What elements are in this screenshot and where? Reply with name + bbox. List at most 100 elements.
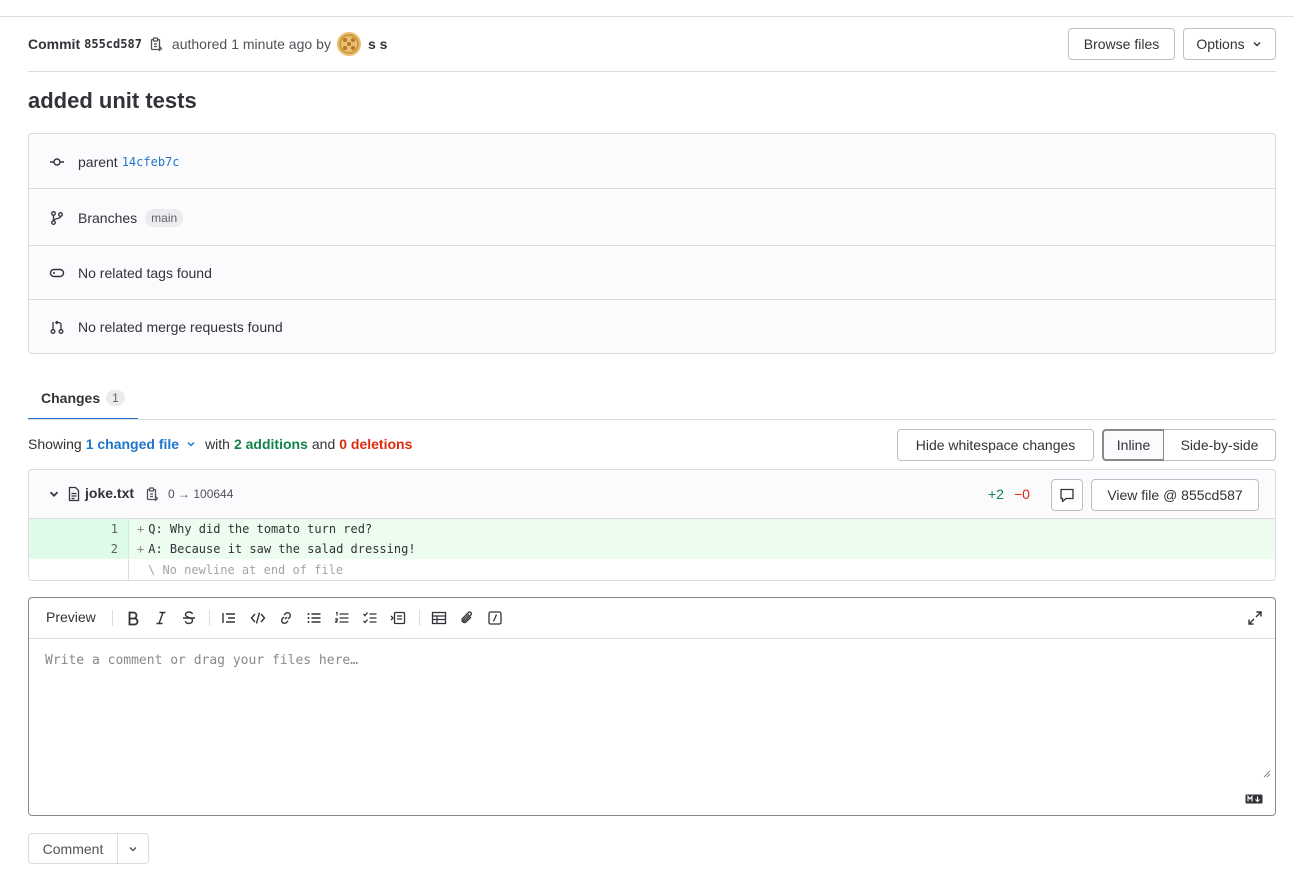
with-text: with [205,436,230,452]
line-number[interactable]: 1 [29,519,129,539]
by-text: by [316,36,331,52]
deletions-count: 0 deletions [339,436,413,452]
preview-tab[interactable]: Preview [46,609,96,625]
markdown-icon [1245,794,1263,804]
task-list-icon[interactable] [362,610,378,626]
code-icon[interactable] [250,610,266,626]
commit-label: Commit [28,36,81,52]
comment-options-dropdown[interactable] [117,833,149,864]
collapsible-section-icon[interactable] [390,610,406,626]
comment-icon [1060,488,1074,503]
diff-meta-line: \ No newline at end of file [29,560,1275,580]
italic-icon[interactable] [153,610,169,626]
link-icon[interactable] [278,610,294,626]
added-sign: + [137,522,145,536]
editor-toolbar: Preview [29,598,1275,639]
line-text: A: Because it saw the salad dressing! [148,542,416,556]
line-number[interactable]: 2 [29,539,129,559]
options-dropdown[interactable]: Options [1183,28,1276,60]
tab-changes-label: Changes [41,389,101,406]
hide-whitespace-button[interactable]: Hide whitespace changes [897,429,1094,461]
lines-added-stat: +2 [988,486,1004,502]
divider [29,245,1275,246]
quote-icon[interactable] [221,610,237,626]
browse-files-button[interactable]: Browse files [1068,28,1175,60]
chevron-down-icon[interactable] [185,438,197,450]
merge-requests-text: No related merge requests found [78,319,283,335]
diff-file-header: joke.txt 0 → 100644 +2 −0 View file @ 85… [29,470,1275,519]
branches-label: Branches [78,210,138,226]
commit-time: 1 minute ago [231,36,313,52]
parent-label: parent [78,154,118,170]
author-name[interactable]: s s [368,36,387,52]
no-newline-notice: \ No newline at end of file [148,563,344,577]
diff-file: joke.txt 0 → 100644 +2 −0 View file @ 85… [28,469,1276,581]
comment-textarea[interactable]: Write a comment or drag your files here… [29,639,1275,779]
diff-summary: Showing 1 changed file with 2 additions … [28,436,412,452]
bullet-list-icon[interactable] [306,610,322,626]
fullscreen-icon[interactable] [1247,610,1263,626]
tabs-divider [28,419,1276,420]
resize-handle-icon[interactable] [1261,768,1271,778]
showing-text: Showing [28,436,82,452]
line-number-empty [29,560,129,580]
inline-view-button[interactable]: Inline [1102,429,1165,461]
chevron-down-icon [1253,42,1261,47]
file-icon [68,486,80,502]
bold-icon[interactable] [125,610,141,626]
tab-changes[interactable]: Changes 1 [28,377,138,420]
avatar[interactable] [336,32,361,56]
diff-line: 1 + Q: Why did the tomato turn red? [29,519,1275,539]
toolbar-divider [112,610,113,626]
numbered-list-icon[interactable] [334,610,350,626]
merge-requests-row: No related merge requests found [29,317,1275,337]
line-text: Q: Why did the tomato turn red? [148,522,373,536]
changes-count-badge: 1 [106,389,125,406]
added-sign: + [137,542,145,556]
and-text: and [311,436,336,452]
lines-removed-stat: −0 [1014,486,1030,502]
parent-sha-link[interactable]: 14cfeb7c [122,155,180,169]
toolbar-divider [419,610,420,626]
commit-title: added unit tests [28,88,197,113]
authored-text: authored [171,36,228,52]
table-icon[interactable] [431,610,447,626]
merge-request-icon [50,320,64,334]
toolbar-divider [209,610,210,626]
file-name[interactable]: joke.txt [85,485,134,501]
options-label: Options [1196,36,1245,52]
line-code: + A: Because it saw the salad dressing! [129,539,416,559]
divider [29,299,1275,300]
changed-files-dropdown[interactable]: 1 changed file [86,436,179,452]
strikethrough-icon[interactable] [181,610,197,626]
line-code: + Q: Why did the tomato turn red? [129,519,372,539]
diff-line: 2 + A: Because it saw the salad dressing! [29,539,1275,559]
tag-icon [49,268,65,278]
tags-row: No related tags found [29,263,1275,283]
chevron-down-icon [129,846,137,851]
commit-header: Commit 855cd587 authored 1 minute ago by… [28,28,1276,72]
branches-row: Branches main [29,208,1275,228]
divider [29,188,1275,189]
tags-text: No related tags found [78,265,212,281]
commit-info-box: parent 14cfeb7c Branches main No related… [28,133,1276,354]
toggle-comments-button[interactable] [1051,479,1083,511]
commit-icon [50,158,64,166]
additions-count: 2 additions [233,436,308,452]
view-file-button[interactable]: View file @ 855cd587 [1091,479,1259,511]
copy-file-path-icon[interactable] [144,486,160,502]
comment-button[interactable]: Comment [28,833,118,864]
collapse-chevron-icon[interactable] [47,487,61,501]
file-mode-change: 0 → 100644 [168,487,234,501]
attachment-icon[interactable] [459,610,475,626]
comment-editor: Preview Write a comment or drag your fil… [28,597,1276,816]
branch-icon [51,211,63,225]
parent-row: parent 14cfeb7c [29,152,1275,172]
side-by-side-view-button[interactable]: Side-by-side [1164,429,1276,461]
slash-command-icon[interactable] [487,610,503,626]
branch-badge[interactable]: main [145,209,184,227]
top-divider [0,16,1294,17]
commit-info: Commit 855cd587 authored 1 minute ago by… [28,32,387,56]
copy-sha-icon[interactable] [148,36,164,52]
commit-sha: 855cd587 [84,37,142,51]
